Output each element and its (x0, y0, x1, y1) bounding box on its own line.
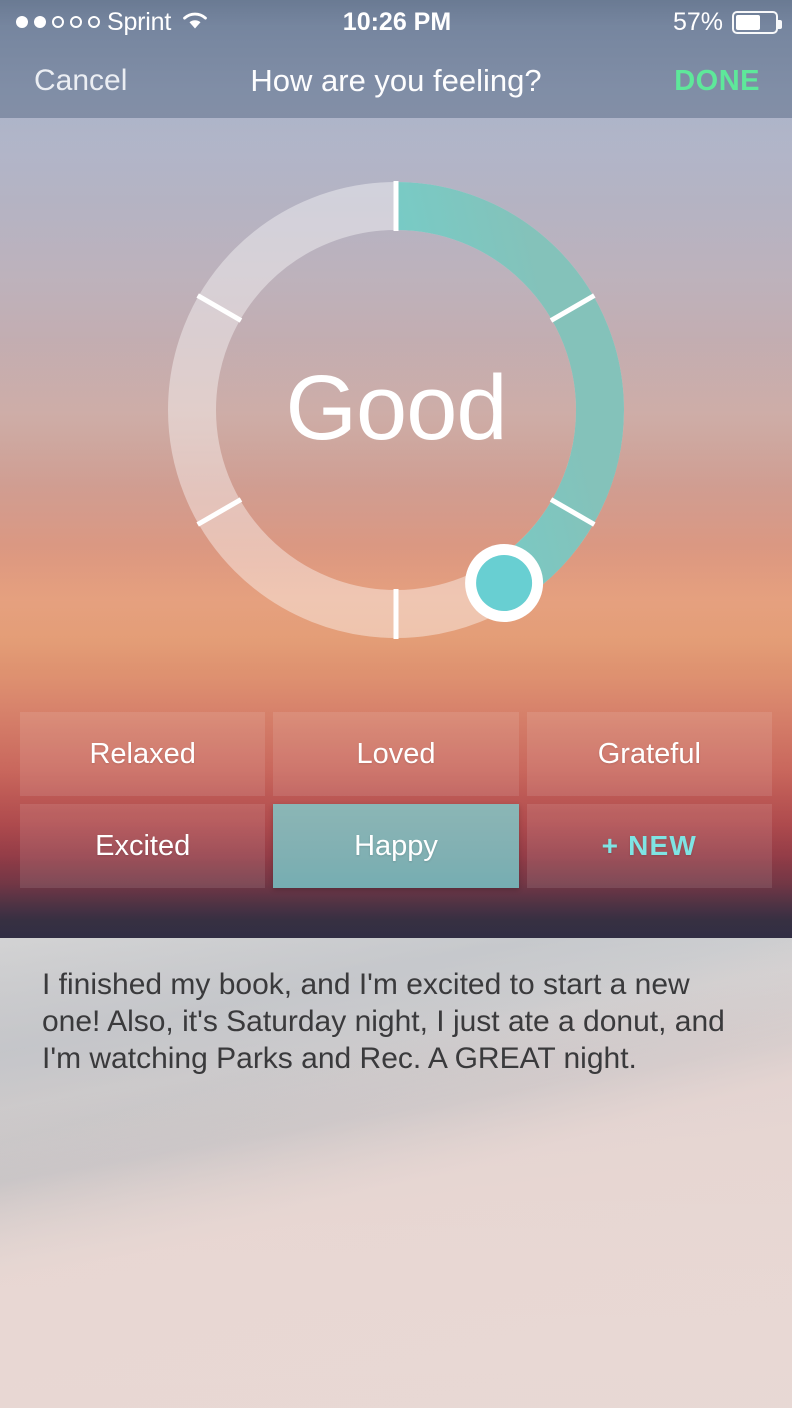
status-bar-center: 10:26 PM (286, 8, 508, 37)
wifi-icon (180, 9, 210, 36)
battery-fill (736, 14, 760, 30)
mood-dial[interactable]: Good (0, 118, 792, 702)
signal-dot-4 (70, 16, 82, 28)
signal-dot-3 (52, 16, 64, 28)
journal-entry-text[interactable]: I finished my book, and I'm excited to s… (42, 966, 754, 1077)
signal-dot-2 (34, 16, 46, 28)
battery-percent-label: 57% (672, 7, 723, 36)
battery-icon (732, 10, 782, 34)
status-bar-left: Sprint (0, 8, 286, 37)
cancel-button[interactable]: Cancel (0, 63, 235, 99)
signal-dot-1 (16, 16, 28, 28)
carrier-label: Sprint (107, 7, 172, 36)
mood-tag-grateful[interactable]: Grateful (526, 712, 772, 796)
status-bar-clock: 10:26 PM (342, 7, 452, 36)
mood-tag-loved[interactable]: Loved (273, 712, 519, 796)
status-bar-right: 57% (508, 8, 792, 37)
mood-tag-relaxed[interactable]: Relaxed (20, 712, 266, 796)
page-title: How are you feeling? (250, 63, 542, 98)
mood-tag-grid: Relaxed Loved Grateful Excited Happy + NEW (20, 712, 772, 888)
status-bar: Sprint 10:26 PM 57% (0, 0, 792, 44)
battery-cap (778, 19, 782, 29)
signal-strength-icon (16, 16, 100, 28)
add-new-tag-button[interactable]: + NEW (526, 804, 772, 888)
mood-tag-happy[interactable]: Happy (273, 804, 519, 888)
navigation-bar: Cancel How are you feeling? DONE (0, 44, 792, 118)
signal-dot-5 (88, 16, 100, 28)
mood-label: Good (285, 356, 507, 459)
app-screen: Sprint 10:26 PM 57% Cancel How are you f… (0, 0, 792, 1408)
mood-tag-excited[interactable]: Excited (20, 804, 266, 888)
done-button[interactable]: DONE (557, 64, 792, 99)
